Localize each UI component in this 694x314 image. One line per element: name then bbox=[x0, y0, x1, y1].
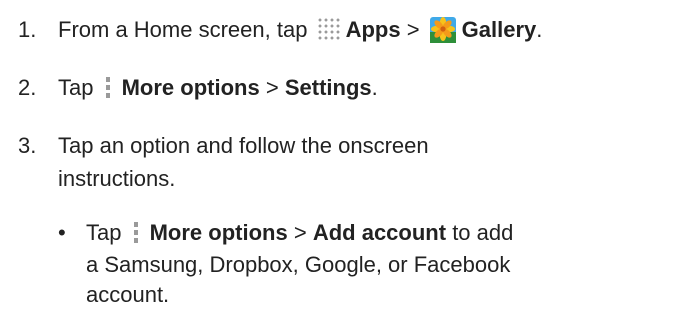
step-text: instructions. bbox=[58, 166, 176, 191]
bullet-continued: a Samsung, Dropbox, Google, or Facebook bbox=[86, 248, 510, 282]
step-1: 1. From a Home screen, tap Apps > Gallery… bbox=[18, 12, 542, 48]
bullet-text: a Samsung, Dropbox, Google, or Facebook bbox=[86, 252, 511, 277]
settings-label: Settings bbox=[284, 75, 372, 100]
gallery-label: Gallery bbox=[461, 17, 537, 42]
bullet-dot: • bbox=[58, 220, 66, 245]
step-number: 2. bbox=[18, 75, 37, 100]
apps-grid-icon bbox=[315, 17, 342, 41]
bullet-text: to add bbox=[452, 220, 514, 245]
apps-label: Apps bbox=[345, 17, 401, 42]
step-text: From a Home screen, tap bbox=[58, 17, 308, 42]
step-3-continued: instructions. bbox=[58, 162, 175, 196]
step-text: Tap an option and follow the onscreen bbox=[58, 133, 429, 158]
more-options-label: More options bbox=[121, 75, 260, 100]
gallery-icon bbox=[429, 17, 456, 43]
bullet-item: • Tap More options > Add account to add bbox=[58, 216, 513, 250]
separator: > bbox=[293, 220, 307, 245]
step-text: Tap bbox=[58, 75, 94, 100]
more-options-icon bbox=[133, 222, 138, 244]
bullet-text: account. bbox=[86, 282, 170, 307]
separator: > bbox=[265, 75, 279, 100]
step-number: 3. bbox=[18, 133, 37, 158]
bullet-text: Tap bbox=[86, 220, 122, 245]
bullet-continued: account. bbox=[86, 278, 169, 312]
step-3: 3. Tap an option and follow the onscreen bbox=[18, 128, 429, 164]
more-options-label: More options bbox=[149, 220, 288, 245]
period: . bbox=[371, 75, 378, 100]
more-options-icon bbox=[105, 77, 110, 99]
add-account-label: Add account bbox=[312, 220, 447, 245]
separator: > bbox=[406, 17, 420, 42]
step-number: 1. bbox=[18, 17, 37, 42]
step-2: 2. Tap More options > Settings. bbox=[18, 70, 378, 106]
period: . bbox=[536, 17, 543, 42]
